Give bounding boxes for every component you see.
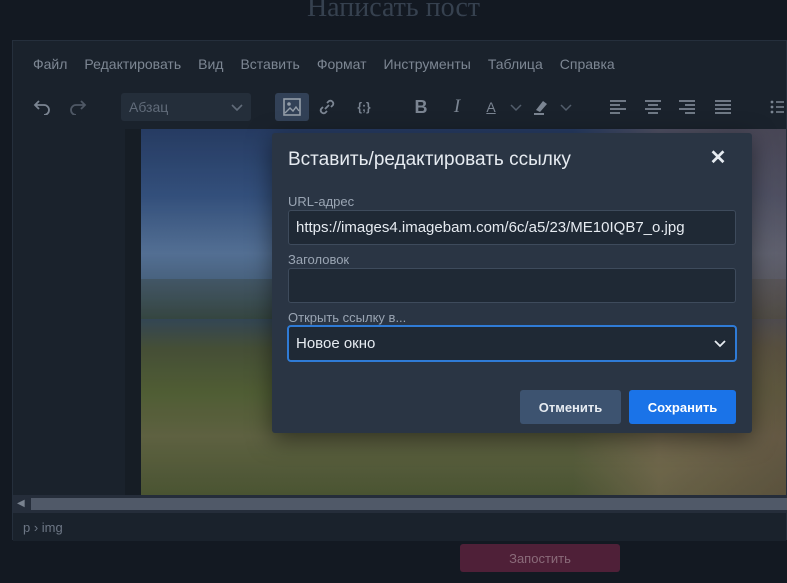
- align-right-icon[interactable]: [677, 93, 697, 121]
- text-color-dropdown-icon[interactable]: [509, 93, 523, 121]
- element-path: p › img: [13, 513, 786, 541]
- block-format-select[interactable]: Абзац: [121, 93, 251, 121]
- bullet-list-icon[interactable]: [769, 93, 785, 121]
- menu-help[interactable]: Справка: [560, 56, 615, 72]
- scroll-left-icon[interactable]: ◀: [17, 498, 25, 509]
- menu-file[interactable]: Файл: [33, 56, 67, 72]
- bold-icon[interactable]: B: [411, 93, 431, 121]
- menubar: Файл Редактировать Вид Вставить Формат И…: [13, 41, 786, 87]
- dialog-title: Вставить/редактировать ссылку: [288, 149, 571, 170]
- submit-post-button[interactable]: Запостить: [460, 544, 620, 572]
- page-title: Написать пост: [306, 0, 481, 23]
- block-format-value: Абзац: [129, 99, 169, 115]
- target-select[interactable]: Новое окно: [288, 326, 736, 361]
- menu-table[interactable]: Таблица: [488, 56, 543, 72]
- close-icon[interactable]: ✕: [708, 147, 728, 169]
- redo-icon[interactable]: [67, 93, 89, 121]
- title-label: Заголовок: [288, 252, 350, 267]
- highlight-icon[interactable]: [531, 93, 551, 121]
- align-justify-icon[interactable]: [713, 93, 733, 121]
- link-dialog: Вставить/редактировать ссылку ✕ URL-адре…: [272, 133, 752, 433]
- title-input[interactable]: [288, 268, 736, 303]
- link-icon[interactable]: [315, 93, 339, 121]
- menu-view[interactable]: Вид: [198, 56, 223, 72]
- url-label: URL-адрес: [288, 194, 355, 209]
- undo-icon[interactable]: [31, 93, 53, 121]
- horizontal-scrollbar[interactable]: ◀: [13, 495, 787, 513]
- save-button[interactable]: Сохранить: [629, 390, 736, 424]
- highlight-dropdown-icon[interactable]: [559, 93, 573, 121]
- image-icon[interactable]: [275, 93, 309, 121]
- toolbar: Абзац {;} B I A: [13, 87, 786, 129]
- url-input[interactable]: https://images4.imagebam.com/6c/a5/23/ME…: [288, 210, 736, 245]
- menu-tools[interactable]: Инструменты: [384, 56, 471, 72]
- align-left-icon[interactable]: [608, 93, 628, 121]
- chevron-down-icon: [231, 100, 243, 116]
- code-sample-icon[interactable]: {;}: [351, 93, 377, 121]
- chevron-down-icon: [713, 336, 727, 354]
- menu-edit[interactable]: Редактировать: [84, 56, 181, 72]
- target-label: Открыть ссылку в...: [288, 310, 407, 325]
- italic-icon[interactable]: I: [447, 93, 467, 121]
- menu-insert[interactable]: Вставить: [240, 56, 299, 72]
- cancel-button[interactable]: Отменить: [520, 390, 621, 424]
- scrollbar-thumb[interactable]: [31, 498, 787, 510]
- target-select-value: Новое окно: [296, 335, 376, 352]
- text-color-icon[interactable]: A: [483, 93, 499, 121]
- align-center-icon[interactable]: [643, 93, 663, 121]
- menu-format[interactable]: Формат: [317, 56, 367, 72]
